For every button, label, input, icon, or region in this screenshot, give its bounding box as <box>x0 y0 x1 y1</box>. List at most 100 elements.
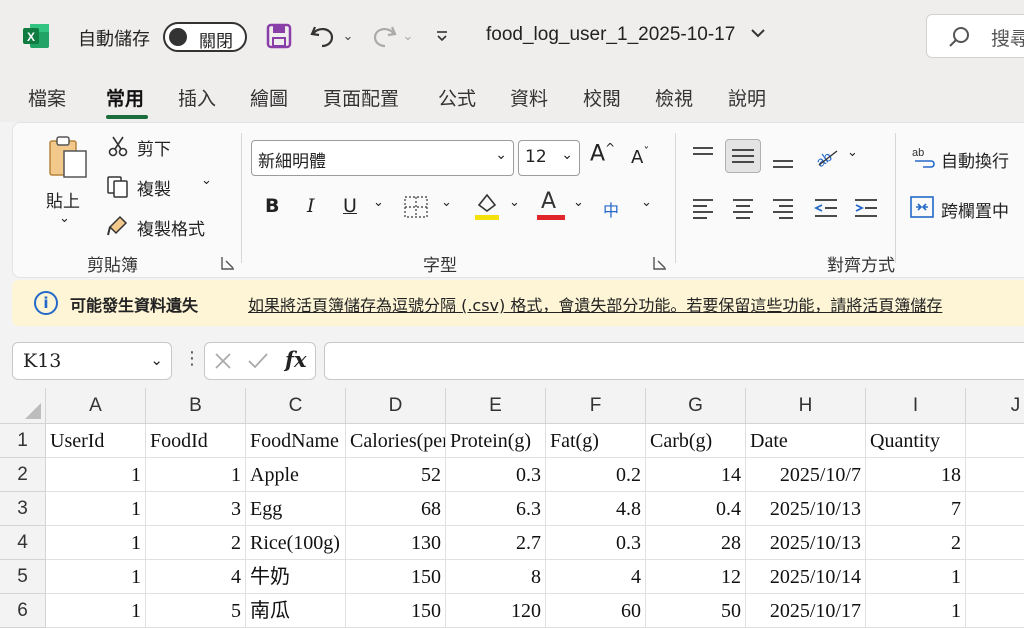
align-middle-icon[interactable] <box>725 139 761 173</box>
table-cell[interactable]: 1 <box>866 560 966 594</box>
table-cell[interactable]: 2025/10/13 <box>746 526 866 560</box>
cell-empty[interactable] <box>966 594 1024 628</box>
table-cell[interactable]: 2025/10/13 <box>746 492 866 526</box>
row-header-3[interactable]: 3 <box>0 492 46 526</box>
save-icon[interactable] <box>264 20 294 52</box>
table-cell[interactable]: 14 <box>646 458 746 492</box>
warning-message-link[interactable]: 如果將活頁簿儲存為逗號分隔 (.csv) 格式，會遺失部分功能。若要保留這些功能… <box>248 292 942 316</box>
tab-review[interactable]: 校閱 <box>583 84 621 111</box>
autosave-toggle[interactable]: 關閉 <box>163 22 247 52</box>
table-cell[interactable]: 4 <box>546 560 646 594</box>
row-header-2[interactable]: 2 <box>0 458 46 492</box>
column-header-d[interactable]: D <box>346 388 446 424</box>
align-bottom-icon[interactable] <box>771 149 795 175</box>
table-cell[interactable]: 130 <box>346 526 446 560</box>
table-cell[interactable]: 2 <box>866 526 966 560</box>
column-header-j[interactable]: J <box>966 388 1024 424</box>
tab-file[interactable]: 檔案 <box>28 84 66 111</box>
row-header-4[interactable]: 4 <box>0 526 46 560</box>
orientation-icon[interactable]: ab <box>813 145 841 173</box>
table-cell[interactable]: 3 <box>146 492 246 526</box>
table-cell[interactable]: 1 <box>46 526 146 560</box>
cell-header[interactable]: Quantity <box>866 424 966 458</box>
paste-icon[interactable] <box>43 133 93 181</box>
table-cell[interactable]: 牛奶 <box>246 560 346 594</box>
cell-empty[interactable] <box>966 424 1024 458</box>
format-painter-icon[interactable] <box>106 213 130 241</box>
column-header-e[interactable]: E <box>446 388 546 424</box>
phonetic-dropdown-icon[interactable]: ⌄ <box>641 195 652 210</box>
cell-header[interactable]: FoodName <box>246 424 346 458</box>
cell-header[interactable]: Carb(g) <box>646 424 746 458</box>
table-cell[interactable]: 6.3 <box>446 492 546 526</box>
tab-formulas[interactable]: 公式 <box>438 84 476 111</box>
column-header-a[interactable]: A <box>46 388 146 424</box>
borders-dropdown-icon[interactable]: ⌄ <box>441 195 452 210</box>
tab-home[interactable]: 常用 <box>106 84 144 111</box>
table-cell[interactable]: 1 <box>46 560 146 594</box>
font-size-select[interactable]: 12 ⌄ <box>518 140 580 176</box>
underline-button[interactable]: U <box>343 195 357 217</box>
column-header-b[interactable]: B <box>146 388 246 424</box>
undo-dropdown-icon[interactable]: ⌄ <box>340 20 356 52</box>
table-cell[interactable]: 52 <box>346 458 446 492</box>
cell-header[interactable]: Date <box>746 424 866 458</box>
table-cell[interactable]: 4.8 <box>546 492 646 526</box>
insert-function-icon[interactable]: fx <box>285 347 307 372</box>
table-cell[interactable]: 50 <box>646 594 746 628</box>
italic-button[interactable]: I <box>307 195 315 217</box>
table-cell[interactable]: 28 <box>646 526 746 560</box>
table-cell[interactable]: 2.7 <box>446 526 546 560</box>
table-cell[interactable]: 2025/10/17 <box>746 594 866 628</box>
select-all-corner[interactable] <box>0 388 46 424</box>
column-header-g[interactable]: G <box>646 388 746 424</box>
align-left-icon[interactable] <box>691 197 715 223</box>
cell-header[interactable]: FoodId <box>146 424 246 458</box>
table-cell[interactable]: Egg <box>246 492 346 526</box>
column-header-c[interactable]: C <box>246 388 346 424</box>
row-header-6[interactable]: 6 <box>0 594 46 628</box>
more-options-icon[interactable]: ⋮ <box>183 348 201 369</box>
align-top-icon[interactable] <box>691 145 715 169</box>
tab-data[interactable]: 資料 <box>510 84 548 111</box>
table-cell[interactable]: 1 <box>46 594 146 628</box>
tab-help[interactable]: 說明 <box>728 84 766 111</box>
font-name-select[interactable]: 新細明體 ⌄ <box>251 140 514 176</box>
borders-icon[interactable] <box>403 195 429 223</box>
table-cell[interactable]: 150 <box>346 560 446 594</box>
tab-draw[interactable]: 繪圖 <box>250 84 288 111</box>
table-cell[interactable]: 0.3 <box>446 458 546 492</box>
cell-empty[interactable] <box>966 492 1024 526</box>
cut-button[interactable]: 剪下 <box>137 135 171 160</box>
format-painter-button[interactable]: 複製格式 <box>137 215 205 240</box>
table-cell[interactable]: 1 <box>46 458 146 492</box>
table-cell[interactable]: 1 <box>866 594 966 628</box>
table-cell[interactable]: 150 <box>346 594 446 628</box>
table-cell[interactable]: 2 <box>146 526 246 560</box>
bold-button[interactable]: B <box>265 195 279 217</box>
table-cell[interactable]: 5 <box>146 594 246 628</box>
font-dialog-launcher-icon[interactable] <box>653 255 667 270</box>
merge-center-button[interactable]: 跨欄置中 <box>941 197 1009 222</box>
orientation-dropdown-icon[interactable]: ⌄ <box>847 145 858 160</box>
grow-font-icon[interactable]: A^ <box>590 141 615 166</box>
search-input[interactable]: 搜尋 <box>926 14 1024 58</box>
copy-button[interactable]: 複製 <box>137 175 171 200</box>
cell-header[interactable]: Protein(g) <box>446 424 546 458</box>
table-cell[interactable]: 7 <box>866 492 966 526</box>
table-cell[interactable]: 0.2 <box>546 458 646 492</box>
cut-icon[interactable] <box>108 135 128 161</box>
phonetic-guide-icon[interactable]: 中 <box>603 197 619 221</box>
copy-icon[interactable] <box>106 175 130 203</box>
table-cell[interactable]: 68 <box>346 492 446 526</box>
shrink-font-icon[interactable]: Aˇ <box>631 145 649 168</box>
increase-indent-icon[interactable] <box>853 197 879 223</box>
table-cell[interactable]: 0.3 <box>546 526 646 560</box>
cell-header[interactable]: Fat(g) <box>546 424 646 458</box>
customize-toolbar-icon[interactable] <box>430 20 454 52</box>
formula-input[interactable] <box>324 342 1024 380</box>
table-cell[interactable]: 1 <box>46 492 146 526</box>
column-header-f[interactable]: F <box>546 388 646 424</box>
font-color-icon[interactable]: A <box>537 189 565 221</box>
merge-center-icon[interactable] <box>909 195 935 223</box>
